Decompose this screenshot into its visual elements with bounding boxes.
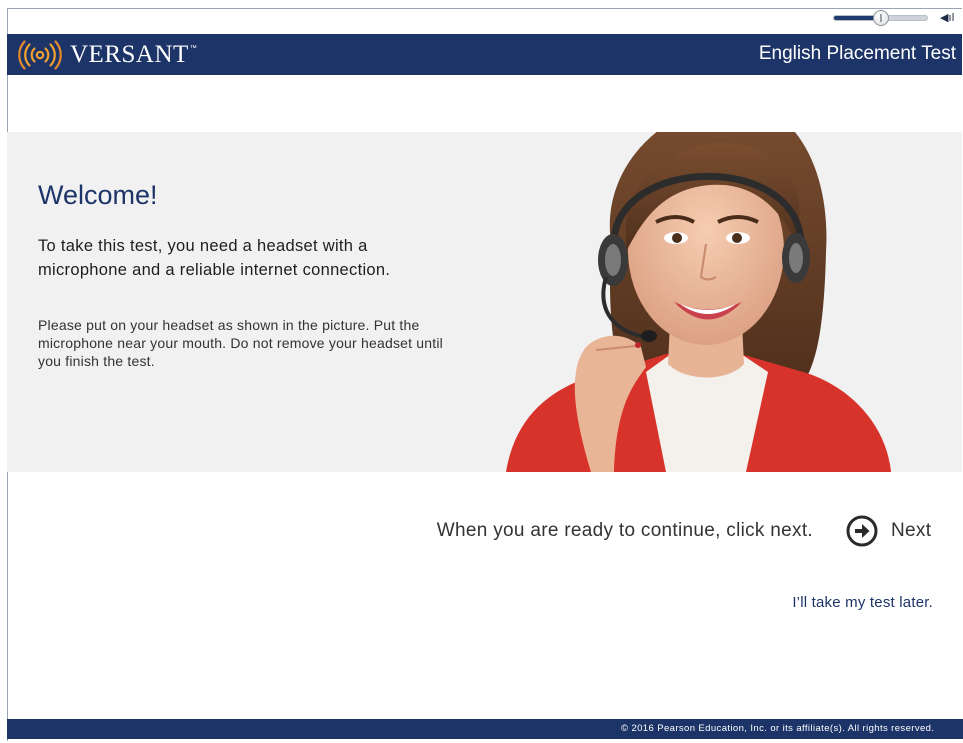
volume-control[interactable]: ◀ıl xyxy=(833,10,958,26)
arrow-right-circle-icon[interactable] xyxy=(846,515,878,547)
welcome-heading: Welcome! xyxy=(38,180,158,210)
next-label[interactable]: Next xyxy=(891,520,931,542)
volume-slider-thumb[interactable] xyxy=(872,10,889,26)
test-title: English Placement Test xyxy=(758,43,956,64)
speaker-icon[interactable]: ◀ıl xyxy=(940,11,955,24)
volume-slider-track[interactable] xyxy=(833,10,928,26)
continue-prompt: When you are ready to continue, click ne… xyxy=(436,520,813,541)
headset-instructions: Please put on your headset as shown in t… xyxy=(38,317,443,369)
app-footer: © 2016 Pearson Education, Inc. or its af… xyxy=(7,719,963,739)
woman-with-headset-image xyxy=(506,132,891,472)
sound-waves-icon xyxy=(18,39,62,70)
brand-trademark: ™ xyxy=(189,45,197,52)
brand-name: VERSANT xyxy=(70,40,189,68)
copyright-text: © 2016 Pearson Education, Inc. or its af… xyxy=(621,723,935,734)
take-test-later-link[interactable]: I’ll take my test later. xyxy=(792,594,933,611)
requirements-text: To take this test, you need a headset wi… xyxy=(38,237,391,279)
next-button[interactable]: Next xyxy=(846,514,931,548)
versant-logo: VERSANT ™ xyxy=(16,38,197,71)
app-header: VERSANT ™ English Placement Test xyxy=(7,34,962,75)
welcome-panel: Welcome! To take this test, you need a h… xyxy=(7,132,962,472)
